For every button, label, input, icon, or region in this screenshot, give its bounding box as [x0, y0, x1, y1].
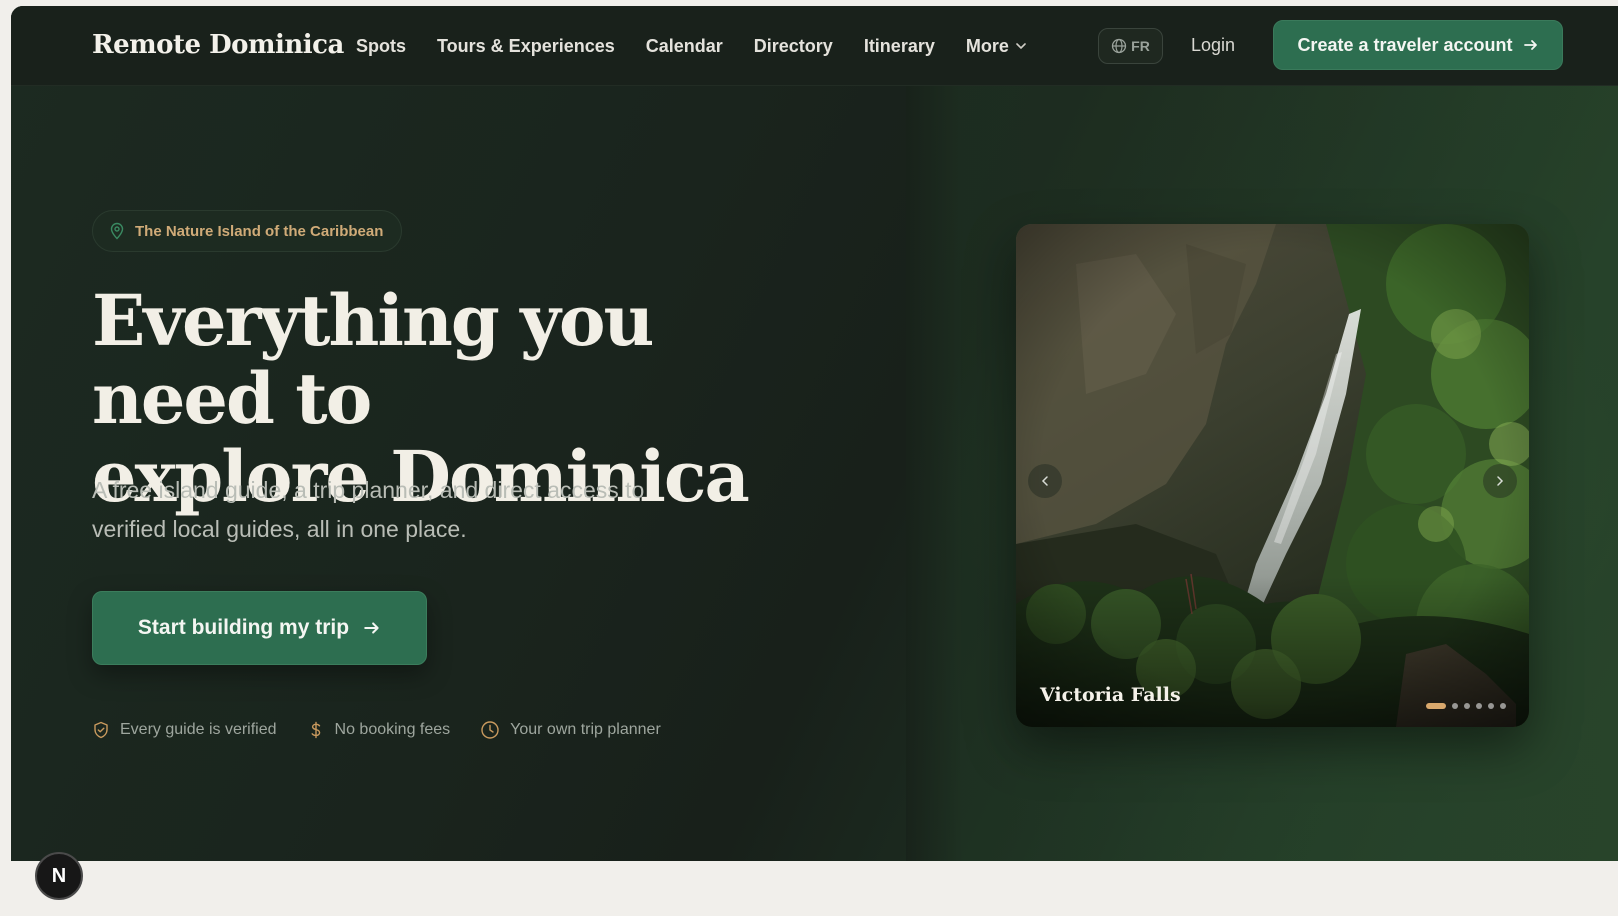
chevron-left-icon [1041, 476, 1048, 486]
carousel-dot-4[interactable] [1476, 703, 1482, 709]
headline-line-1: Everything you need to [92, 279, 654, 440]
dev-tools-badge[interactable]: N [35, 852, 83, 900]
carousel-dot-3[interactable] [1464, 703, 1470, 709]
carousel-next-button[interactable] [1483, 464, 1517, 498]
language-label: FR [1131, 38, 1150, 54]
nav-link-spots[interactable]: Spots [356, 36, 406, 57]
nav-link-calendar[interactable]: Calendar [646, 36, 723, 57]
carousel-dot-1[interactable] [1426, 703, 1446, 709]
page-frame: Remote Dominica Spots Tours & Experience… [11, 6, 1618, 861]
waterfall-image [1016, 224, 1529, 727]
dollar-icon [311, 721, 320, 739]
shield-check-icon [94, 721, 108, 739]
carousel-dot-5[interactable] [1488, 703, 1494, 709]
hero-badge-label: The Nature Island of the Caribbean [135, 222, 384, 240]
trust-item-verified: Every guide is verified [92, 721, 277, 739]
nav-more-label: More [965, 35, 1009, 56]
trust-item-fees: No booking fees [307, 721, 451, 739]
arrow-right-icon [364, 622, 379, 634]
nav-link-directory[interactable]: Directory [754, 36, 833, 57]
arrow-right-icon [1523, 40, 1537, 50]
carousel-caption: Victoria Falls [1040, 684, 1181, 706]
trust-label-planner: Your own trip planner [510, 721, 661, 738]
nav-link-itinerary[interactable]: Itinerary [864, 36, 935, 57]
site-logo[interactable]: Remote Dominica [92, 30, 344, 60]
trust-label-verified: Every guide is verified [120, 721, 277, 738]
hero-badge: The Nature Island of the Caribbean [92, 210, 403, 252]
hero-subtext: A free island guide, a trip planner, and… [92, 477, 645, 542]
trust-item-planner: Your own trip planner [480, 720, 661, 740]
start-trip-label: Start building my trip [137, 616, 350, 639]
login-link[interactable]: Login [1191, 35, 1235, 56]
language-switcher[interactable]: FR [1098, 28, 1163, 64]
trust-signals: Every guide is verified No booking fees … [92, 720, 691, 740]
carousel-dot-2[interactable] [1452, 703, 1458, 709]
nav-links: Spots Tours & Experiences Calendar Direc… [356, 6, 1058, 86]
nav-link-tours[interactable]: Tours & Experiences [437, 36, 615, 57]
dev-tools-label: N [51, 864, 67, 887]
chevron-right-icon [1497, 476, 1504, 486]
clock-icon [481, 721, 499, 739]
start-trip-button[interactable]: Start building my trip [92, 591, 427, 665]
carousel-dot-6[interactable] [1500, 703, 1506, 709]
trust-label-fees: No booking fees [334, 721, 451, 738]
chevron-down-icon [1016, 43, 1026, 50]
image-carousel[interactable]: Victoria Falls [1016, 224, 1529, 727]
nav-more-dropdown[interactable]: More [966, 36, 1027, 57]
top-navigation: Remote Dominica Spots Tours & Experience… [11, 6, 1618, 86]
carousel-dots [1426, 703, 1506, 709]
globe-icon [1112, 38, 1127, 54]
map-pin-icon [110, 222, 124, 240]
carousel-prev-button[interactable] [1028, 464, 1062, 498]
create-account-button[interactable]: Create a traveler account [1273, 20, 1563, 70]
create-account-label: Create a traveler account [1297, 34, 1513, 55]
